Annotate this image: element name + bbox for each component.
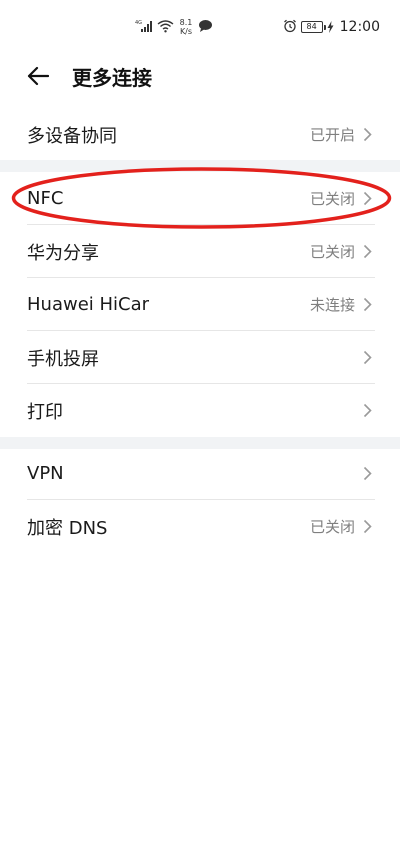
signal-icon: 4G xyxy=(135,18,153,37)
row-status: 未连接 xyxy=(309,296,355,314)
group-separator xyxy=(0,160,400,172)
clock-time: 12:00 xyxy=(339,19,380,35)
row-label: 打印 xyxy=(27,401,63,423)
settings-row-nfc[interactable]: NFC 已关闭 xyxy=(0,172,400,225)
row-label: NFC xyxy=(27,188,64,209)
settings-row-screen-projection[interactable]: 手机投屏 xyxy=(0,331,400,384)
settings-row-encrypted-dns[interactable]: 加密 DNS 已关闭 xyxy=(0,500,400,553)
chevron-right-icon xyxy=(363,519,373,535)
row-label: Huawei HiCar xyxy=(27,294,150,315)
row-status: 已关闭 xyxy=(309,518,355,536)
chevron-right-icon xyxy=(363,191,373,207)
charging-bolt-icon xyxy=(327,18,334,37)
back-arrow-icon xyxy=(27,66,50,90)
network-speed: 8.1 K/s xyxy=(179,18,193,36)
row-label: VPN xyxy=(27,463,64,484)
settings-row-print[interactable]: 打印 xyxy=(0,384,400,437)
row-status: 已关闭 xyxy=(309,243,355,261)
settings-group-network: VPN 加密 DNS 已关闭 xyxy=(0,447,400,553)
back-button[interactable] xyxy=(22,62,54,94)
svg-text:4G: 4G xyxy=(135,20,142,26)
settings-row-huawei-share[interactable]: 华为分享 已关闭 xyxy=(0,225,400,278)
row-label: 多设备协同 xyxy=(27,125,117,147)
settings-row-multi-device[interactable]: 多设备协同 已开启 xyxy=(0,108,400,161)
message-bubble-icon xyxy=(198,18,213,37)
status-bar-network: 4G 8.1 K/s xyxy=(135,14,213,40)
chevron-right-icon xyxy=(363,244,373,260)
row-label: 手机投屏 xyxy=(27,348,99,370)
alarm-clock-icon xyxy=(283,18,297,37)
battery-indicator: 84 xyxy=(300,21,326,33)
row-status: 已关闭 xyxy=(309,190,355,208)
chevron-right-icon xyxy=(363,297,373,313)
settings-row-hicar[interactable]: Huawei HiCar 未连接 xyxy=(0,278,400,331)
wifi-icon xyxy=(157,18,174,37)
chevron-right-icon xyxy=(363,350,373,366)
chevron-right-icon xyxy=(363,466,373,482)
row-label: 加密 DNS xyxy=(27,517,108,539)
settings-group-connections: NFC 已关闭 华为分享 已关闭 Huawei HiCar 未连接 手机投屏 打… xyxy=(0,172,400,437)
row-label: 华为分享 xyxy=(27,242,99,264)
chevron-right-icon xyxy=(363,403,373,419)
status-bar: 4G 8.1 K/s 84 12:00 xyxy=(0,0,400,56)
settings-row-vpn[interactable]: VPN xyxy=(0,447,400,500)
chevron-right-icon xyxy=(363,127,373,143)
page-title: 更多连接 xyxy=(72,66,152,90)
app-header: 更多连接 xyxy=(0,56,400,100)
row-status: 已开启 xyxy=(309,126,355,144)
status-bar-system: 84 12:00 xyxy=(283,14,380,40)
settings-group-devices: 多设备协同 已开启 xyxy=(0,108,400,161)
